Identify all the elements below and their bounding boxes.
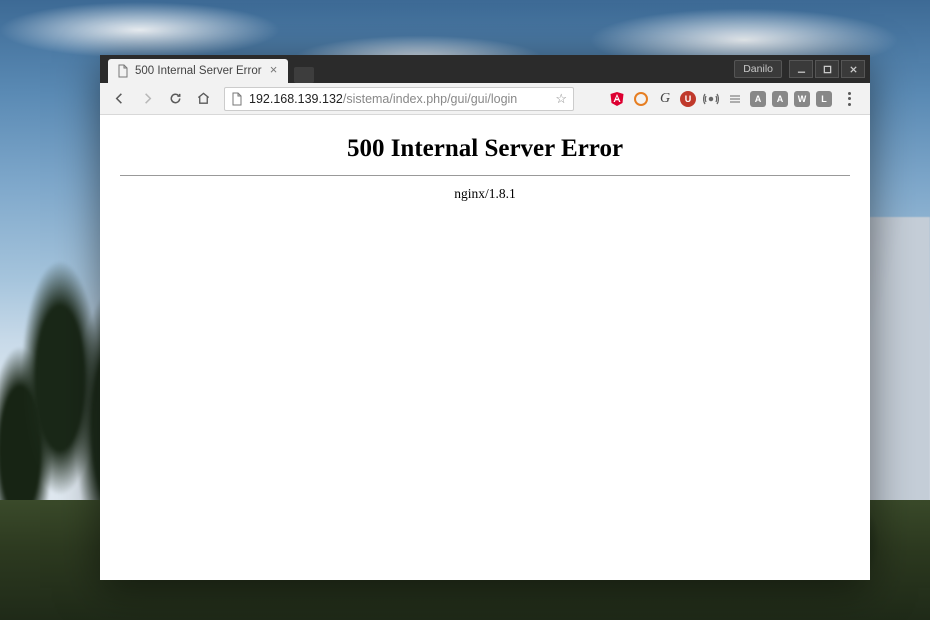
divider bbox=[120, 175, 850, 176]
extension-icons: G U A A W L bbox=[608, 90, 864, 108]
square-w-extension-icon[interactable]: W bbox=[794, 91, 810, 107]
close-window-button[interactable] bbox=[841, 60, 865, 78]
file-icon bbox=[116, 65, 129, 78]
new-tab-button[interactable] bbox=[294, 67, 314, 83]
square-l-extension-icon[interactable]: L bbox=[816, 91, 832, 107]
browser-tab[interactable]: 500 Internal Server Error × bbox=[108, 59, 288, 83]
error-heading: 500 Internal Server Error bbox=[120, 135, 850, 163]
reload-button[interactable] bbox=[162, 86, 188, 112]
broadcast-extension-icon[interactable] bbox=[702, 90, 720, 108]
angular-extension-icon[interactable] bbox=[608, 90, 626, 108]
browser-window: 500 Internal Server Error × Danilo bbox=[100, 55, 870, 580]
g-extension-icon[interactable]: G bbox=[656, 90, 674, 108]
bookmark-star-icon[interactable]: ☆ bbox=[555, 91, 567, 107]
back-button[interactable] bbox=[106, 86, 132, 112]
forward-button[interactable] bbox=[134, 86, 160, 112]
list-extension-icon[interactable] bbox=[726, 90, 744, 108]
browser-toolbar: 192.168.139.132/sistema/index.php/gui/gu… bbox=[100, 83, 870, 115]
tab-strip: 500 Internal Server Error × bbox=[108, 59, 314, 83]
square-a2-extension-icon[interactable]: A bbox=[772, 91, 788, 107]
page-content: 500 Internal Server Error nginx/1.8.1 bbox=[100, 115, 870, 580]
close-tab-icon[interactable]: × bbox=[268, 65, 280, 77]
tab-title: 500 Internal Server Error bbox=[135, 65, 262, 77]
home-button[interactable] bbox=[190, 86, 216, 112]
address-bar[interactable]: 192.168.139.132/sistema/index.php/gui/gu… bbox=[224, 87, 574, 111]
url-host: 192.168.139.132 bbox=[249, 92, 343, 106]
url-path: /sistema/index.php/gui/gui/login bbox=[343, 92, 517, 106]
ublock-extension-icon[interactable]: U bbox=[680, 91, 696, 107]
profile-badge[interactable]: Danilo bbox=[734, 60, 782, 78]
minimize-button[interactable] bbox=[789, 60, 813, 78]
window-titlebar[interactable]: 500 Internal Server Error × Danilo bbox=[100, 55, 870, 83]
maximize-button[interactable] bbox=[815, 60, 839, 78]
window-controls: Danilo bbox=[734, 55, 866, 83]
page-info-icon[interactable] bbox=[231, 92, 243, 106]
square-a-extension-icon[interactable]: A bbox=[750, 91, 766, 107]
browser-menu-button[interactable] bbox=[838, 92, 860, 106]
url-text: 192.168.139.132/sistema/index.php/gui/gu… bbox=[249, 92, 549, 106]
server-signature: nginx/1.8.1 bbox=[120, 186, 850, 202]
circle-extension-icon[interactable] bbox=[632, 90, 650, 108]
